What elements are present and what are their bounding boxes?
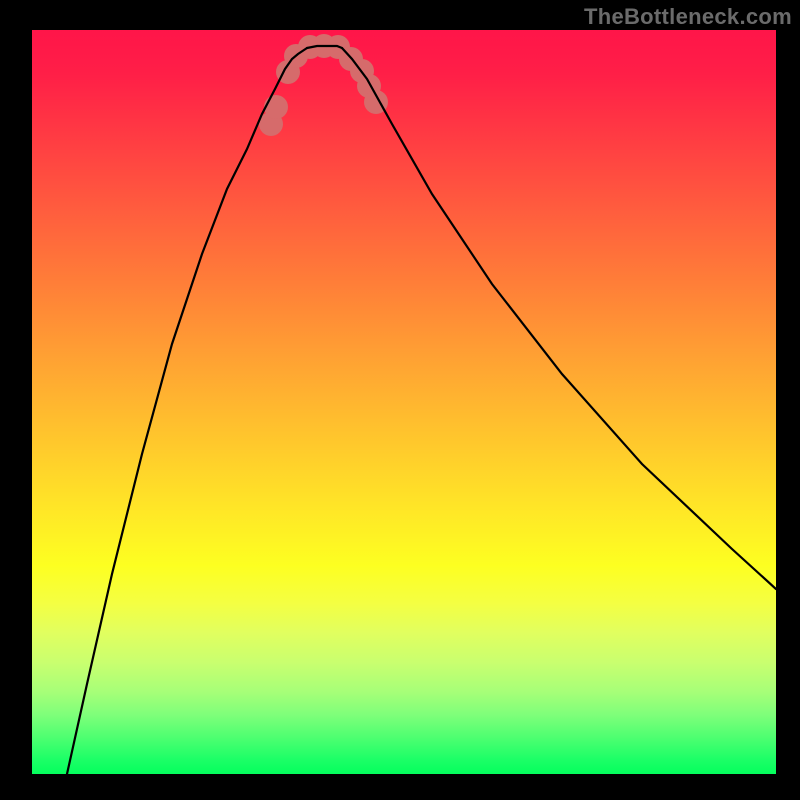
watermark-text: TheBottleneck.com (584, 4, 792, 30)
chart-frame: TheBottleneck.com (0, 0, 800, 800)
right-curve (342, 48, 776, 589)
marker-group (259, 34, 388, 136)
chart-svg (32, 30, 776, 774)
highlight-dot (264, 95, 288, 119)
left-curve (67, 48, 307, 774)
